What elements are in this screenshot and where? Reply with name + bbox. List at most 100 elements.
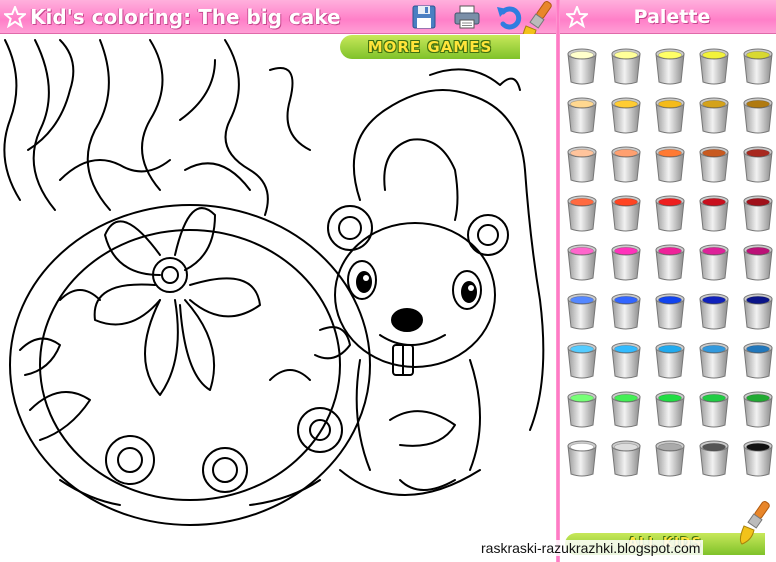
color-palette	[560, 34, 776, 562]
paint-bucket-icon	[611, 440, 641, 477]
page-title: Kid's coloring: The big cake	[30, 5, 341, 29]
paint-bucket-icon	[655, 195, 685, 232]
paint-bucket[interactable]	[565, 193, 599, 233]
paint-bucket-icon	[655, 146, 685, 183]
paint-bucket-icon	[655, 244, 685, 281]
paint-bucket-icon	[611, 195, 641, 232]
star-icon	[4, 6, 26, 28]
paint-bucket[interactable]	[609, 389, 643, 429]
paint-bucket[interactable]	[697, 242, 731, 282]
paint-bucket-icon	[567, 195, 597, 232]
paint-bucket-icon	[743, 244, 773, 281]
paint-bucket[interactable]	[565, 144, 599, 184]
paint-bucket-icon	[655, 342, 685, 379]
paint-bucket[interactable]	[653, 291, 687, 331]
paint-bucket[interactable]	[697, 438, 731, 478]
paint-bucket[interactable]	[609, 438, 643, 478]
paint-bucket-icon	[655, 48, 685, 85]
paint-bucket[interactable]	[741, 291, 775, 331]
paint-bucket-icon	[567, 244, 597, 281]
paint-bucket-icon	[743, 146, 773, 183]
paint-bucket-icon	[567, 97, 597, 134]
coloring-canvas[interactable]	[0, 34, 556, 562]
paint-bucket-icon	[699, 97, 729, 134]
paint-bucket[interactable]	[653, 242, 687, 282]
paint-bucket-icon	[743, 440, 773, 477]
paint-bucket-icon	[743, 195, 773, 232]
paint-bucket[interactable]	[565, 242, 599, 282]
paint-bucket[interactable]	[697, 46, 731, 86]
paint-bucket-icon	[567, 342, 597, 379]
paint-bucket[interactable]	[653, 193, 687, 233]
paint-bucket-icon	[699, 293, 729, 330]
paint-bucket[interactable]	[609, 242, 643, 282]
paint-bucket[interactable]	[653, 340, 687, 380]
paint-bucket-icon	[743, 342, 773, 379]
watermark: raskraski-razukrazhki.blogspot.com	[478, 540, 704, 556]
paint-bucket-icon	[699, 244, 729, 281]
paint-bucket[interactable]	[609, 144, 643, 184]
paint-bucket-icon	[567, 391, 597, 428]
paint-bucket[interactable]	[565, 95, 599, 135]
paint-bucket[interactable]	[697, 193, 731, 233]
save-button[interactable]	[410, 3, 438, 31]
paint-bucket-icon	[567, 146, 597, 183]
paint-bucket-icon	[611, 391, 641, 428]
paint-bucket-icon	[655, 97, 685, 134]
paint-bucket[interactable]	[609, 340, 643, 380]
paint-bucket-icon	[611, 293, 641, 330]
paint-bucket-icon	[743, 97, 773, 134]
paint-bucket[interactable]	[565, 438, 599, 478]
paint-bucket-icon	[699, 342, 729, 379]
paint-bucket[interactable]	[653, 389, 687, 429]
paint-brush-icon	[739, 501, 770, 545]
paint-bucket[interactable]	[609, 95, 643, 135]
paint-bucket[interactable]	[697, 291, 731, 331]
paint-bucket[interactable]	[653, 46, 687, 86]
print-button[interactable]	[453, 3, 481, 31]
paint-bucket-icon	[611, 97, 641, 134]
paint-bucket[interactable]	[741, 389, 775, 429]
title-bar: Kid's coloring: The big cake	[0, 0, 556, 45]
paint-bucket-icon	[743, 48, 773, 85]
paint-bucket[interactable]	[741, 193, 775, 233]
paint-bucket[interactable]	[653, 438, 687, 478]
paint-bucket-icon	[611, 244, 641, 281]
more-games-button[interactable]: MORE GAMES	[340, 35, 520, 59]
paint-bucket[interactable]	[697, 340, 731, 380]
paint-bucket-icon	[655, 440, 685, 477]
paint-bucket[interactable]	[565, 46, 599, 86]
paint-bucket[interactable]	[741, 46, 775, 86]
paint-bucket[interactable]	[609, 291, 643, 331]
paint-bucket[interactable]	[697, 95, 731, 135]
paint-bucket-icon	[567, 48, 597, 85]
paint-bucket-icon	[743, 293, 773, 330]
paint-bucket[interactable]	[565, 340, 599, 380]
paint-bucket[interactable]	[697, 389, 731, 429]
paint-bucket[interactable]	[741, 95, 775, 135]
paint-bucket-icon	[699, 391, 729, 428]
paint-bucket-icon	[743, 391, 773, 428]
paint-bucket[interactable]	[653, 144, 687, 184]
paint-bucket[interactable]	[609, 46, 643, 86]
paint-bucket[interactable]	[697, 144, 731, 184]
paint-bucket-icon	[655, 391, 685, 428]
paint-bucket[interactable]	[741, 144, 775, 184]
paint-bucket-icon	[611, 48, 641, 85]
paint-bucket-icon	[611, 146, 641, 183]
paint-bucket[interactable]	[609, 193, 643, 233]
palette-title: Palette	[633, 6, 711, 28]
paint-bucket[interactable]	[741, 242, 775, 282]
undo-button[interactable]	[495, 3, 523, 31]
paint-bucket[interactable]	[565, 389, 599, 429]
paint-bucket-icon	[655, 293, 685, 330]
paint-bucket-icon	[699, 440, 729, 477]
paint-bucket[interactable]	[741, 438, 775, 478]
paint-bucket[interactable]	[565, 291, 599, 331]
paint-bucket-icon	[567, 440, 597, 477]
cake-squirrel-line-art[interactable]	[0, 34, 556, 562]
paint-bucket-icon	[611, 342, 641, 379]
paint-bucket-icon	[699, 146, 729, 183]
paint-bucket[interactable]	[741, 340, 775, 380]
paint-bucket[interactable]	[653, 95, 687, 135]
